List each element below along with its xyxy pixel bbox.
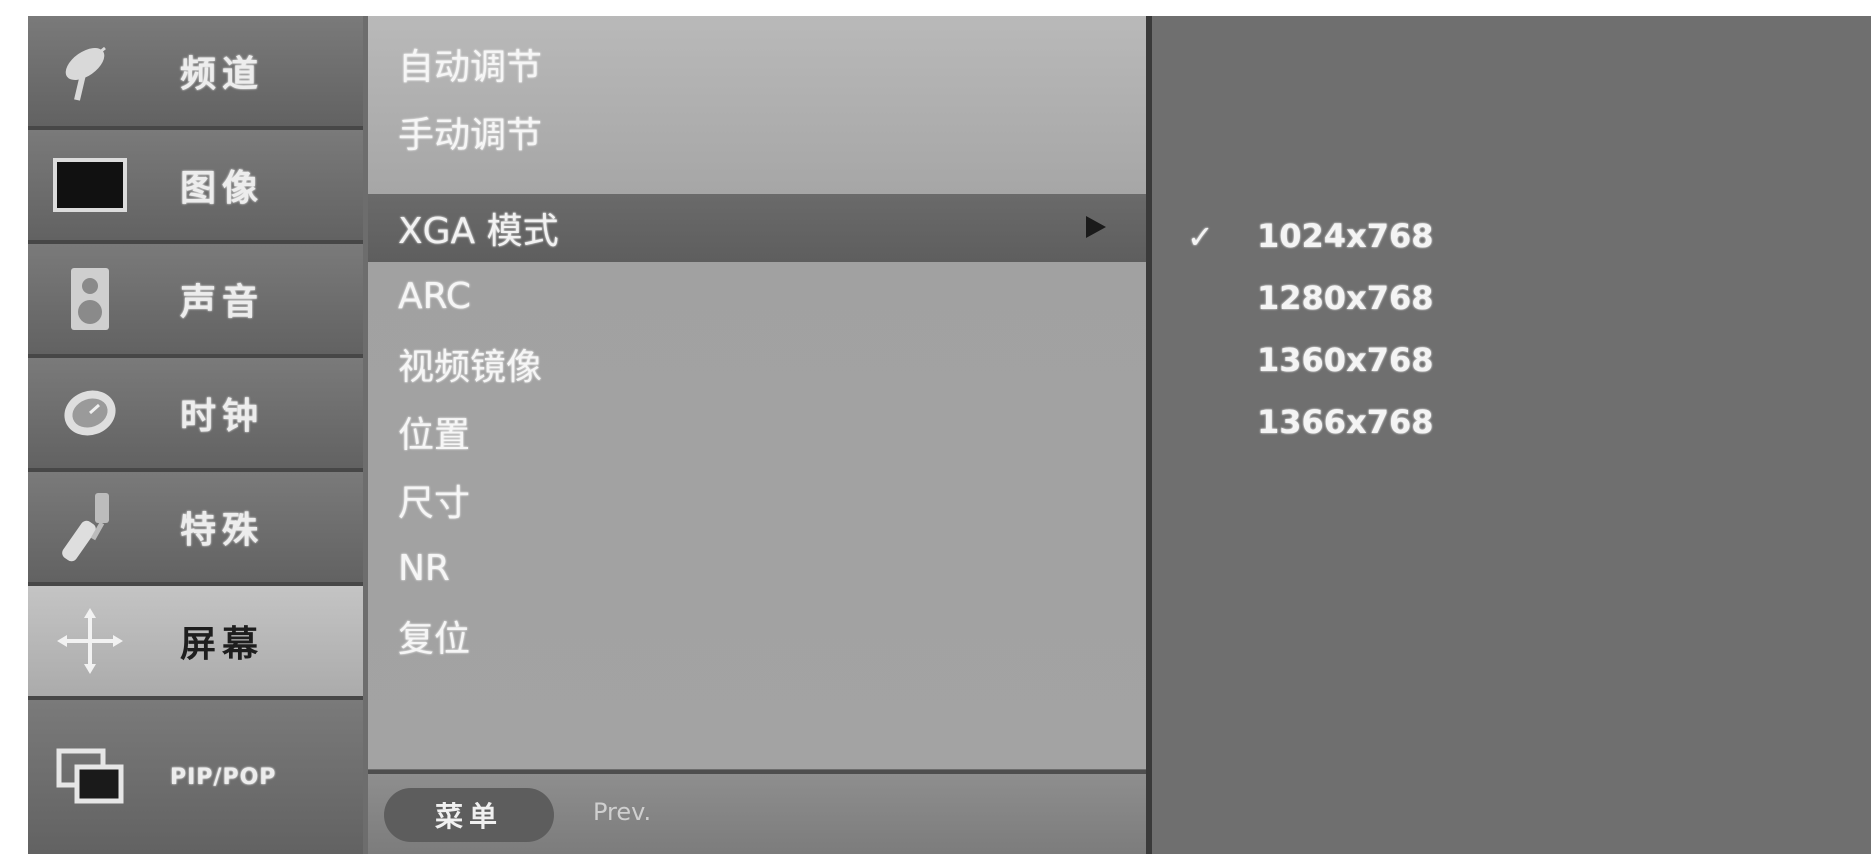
footer-hint: Prev. xyxy=(593,798,652,826)
pip-icon xyxy=(50,742,130,812)
category-option[interactable]: 特殊 xyxy=(28,472,363,586)
category-sound[interactable]: 声音 xyxy=(28,244,363,358)
option-manual-config[interactable]: 手动调节 xyxy=(368,98,1146,166)
menu-button[interactable]: 菜单 xyxy=(384,788,554,842)
speaker-icon xyxy=(50,264,130,334)
settings-list: 自动调节 手动调节 XGA 模式 ARC 视频镜像 位置 尺寸 NR 复位 xyxy=(368,16,1146,769)
move-arrows-icon xyxy=(50,606,130,676)
footer-bar: 菜单 Prev. xyxy=(368,770,1146,854)
option-size[interactable]: 尺寸 xyxy=(368,466,1146,534)
category-picture[interactable]: 图像 xyxy=(28,130,363,244)
resolution-option[interactable]: 1280x768 xyxy=(1152,268,1871,328)
option-label: 位置 xyxy=(398,415,471,456)
category-pip-pop[interactable]: PIP/POP xyxy=(28,700,363,854)
option-label: 视频镜像 xyxy=(398,347,543,388)
resolution-option[interactable]: ✓ 1024x768 xyxy=(1152,206,1871,266)
category-label: 特殊 xyxy=(180,510,265,551)
resolution-label: 1280x768 xyxy=(1257,279,1434,317)
resolution-label: 1024x768 xyxy=(1257,217,1434,255)
submenu-arrow-icon xyxy=(1086,216,1106,238)
option-auto-config[interactable]: 自动调节 xyxy=(368,30,1146,98)
clock-icon xyxy=(50,378,130,448)
option-nr[interactable]: NR xyxy=(368,534,1146,602)
osd-menu: 频道 图像 声音 时钟 特殊 屏幕 PIP/POP 自动调节 手动调节 XGA … xyxy=(28,16,1871,854)
option-label: 复位 xyxy=(398,619,471,660)
option-label: ARC xyxy=(398,275,471,317)
tools-icon xyxy=(50,492,130,562)
option-label: 手动调节 xyxy=(398,115,543,156)
option-label: NR xyxy=(398,547,450,589)
category-label: 图像 xyxy=(180,168,265,209)
category-screen[interactable]: 屏幕 xyxy=(28,586,363,700)
resolution-label: 1360x768 xyxy=(1257,341,1434,379)
resolution-label: 1366x768 xyxy=(1257,403,1434,441)
category-channel[interactable]: 频道 xyxy=(28,16,363,130)
option-label: 自动调节 xyxy=(398,47,543,88)
option-video-mirror[interactable]: 视频镜像 xyxy=(368,330,1146,398)
option-reset[interactable]: 复位 xyxy=(368,602,1146,670)
category-sidebar: 频道 图像 声音 时钟 特殊 屏幕 PIP/POP xyxy=(28,16,363,854)
resolution-option[interactable]: 1366x768 xyxy=(1152,392,1871,452)
satellite-dish-icon xyxy=(50,36,130,106)
category-label: 时钟 xyxy=(180,396,265,437)
category-label: 声音 xyxy=(180,282,265,323)
option-arc[interactable]: ARC xyxy=(368,262,1146,330)
category-clock[interactable]: 时钟 xyxy=(28,358,363,472)
category-label: 频道 xyxy=(180,54,265,95)
option-position[interactable]: 位置 xyxy=(368,398,1146,466)
check-icon: ✓ xyxy=(1187,218,1214,256)
option-label: 尺寸 xyxy=(398,483,471,524)
screen-icon xyxy=(50,150,130,220)
resolution-option[interactable]: 1360x768 xyxy=(1152,330,1871,390)
option-xga-mode[interactable]: XGA 模式 xyxy=(368,194,1146,262)
category-label: 屏幕 xyxy=(180,624,265,665)
category-label: PIP/POP xyxy=(170,764,277,790)
xga-resolution-list: ✓ 1024x768 1280x768 1360x768 1366x768 xyxy=(1152,16,1871,854)
option-label: XGA 模式 xyxy=(398,211,559,252)
